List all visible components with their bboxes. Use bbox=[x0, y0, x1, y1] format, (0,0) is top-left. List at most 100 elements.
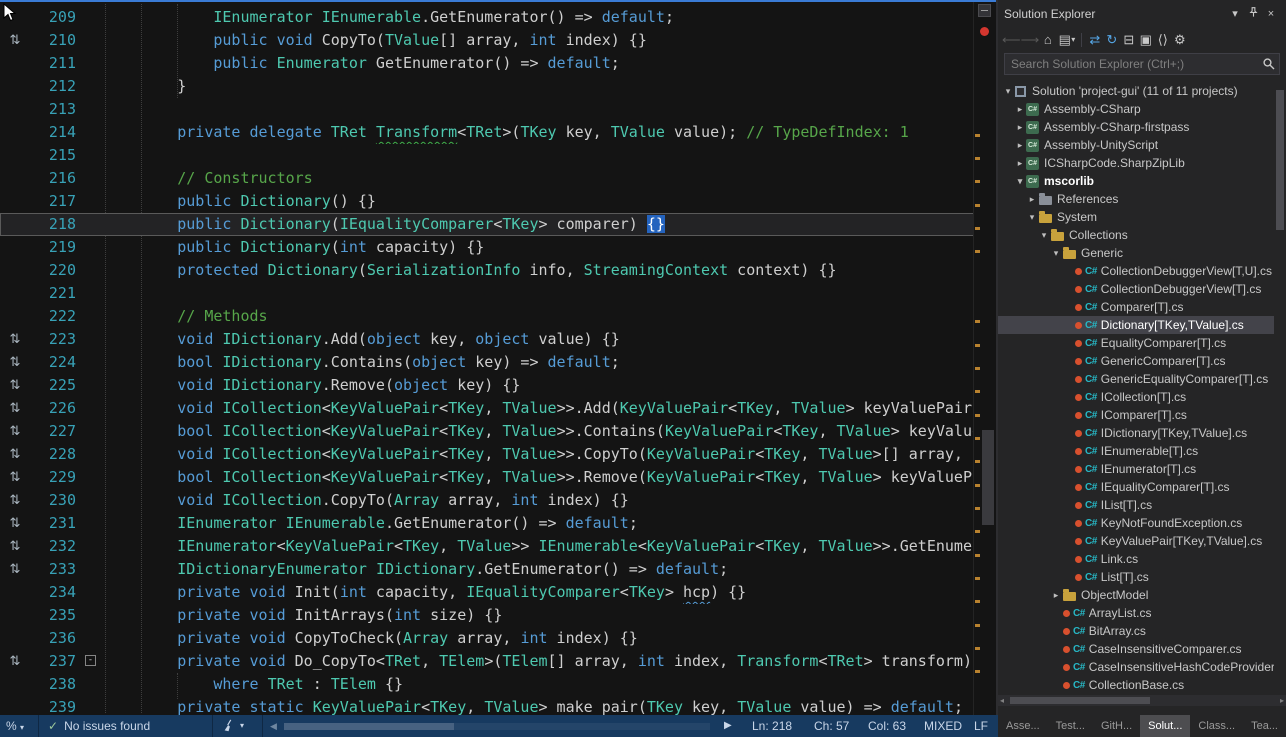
line-ending-indicator[interactable]: LF bbox=[974, 715, 988, 737]
char-indicator[interactable]: Ch: 57 bbox=[814, 715, 849, 737]
tree-item-folder[interactable]: ▾System bbox=[998, 208, 1274, 226]
code-line-236[interactable]: 236 private void CopyToCheck(Array array… bbox=[0, 627, 974, 650]
tool-window-tab[interactable]: GitH... bbox=[1093, 715, 1140, 737]
window-position-icon[interactable]: ▾ bbox=[1226, 7, 1244, 20]
horizontal-scrollbar-track[interactable] bbox=[284, 723, 710, 730]
tool-window-tab[interactable]: Solut... bbox=[1140, 715, 1190, 737]
indentation-indicator[interactable]: MIXED bbox=[924, 715, 962, 737]
tree-item-references[interactable]: ▸References bbox=[998, 190, 1274, 208]
tree-item-project[interactable]: ▸C#ICSharpCode.SharpZipLib bbox=[998, 154, 1274, 172]
code-line-233[interactable]: ⇅233 IDictionaryEnumerator IDictionary.G… bbox=[0, 558, 974, 581]
line-number[interactable]: 218 bbox=[30, 213, 76, 236]
line-number[interactable]: 232 bbox=[30, 535, 76, 558]
expander-expanded-icon[interactable]: ▾ bbox=[1026, 212, 1038, 223]
home-icon[interactable]: ⌂ bbox=[1039, 27, 1056, 52]
back-icon[interactable]: ⟵ bbox=[1002, 27, 1021, 52]
line-number[interactable]: 226 bbox=[30, 397, 76, 420]
line-number[interactable]: 234 bbox=[30, 581, 76, 604]
line-number[interactable]: 237 bbox=[30, 650, 76, 673]
references-glyph-icon[interactable]: ⇅ bbox=[0, 535, 30, 558]
tree-item-file[interactable]: C#ArrayList.cs bbox=[998, 604, 1274, 622]
line-number[interactable]: 227 bbox=[30, 420, 76, 443]
line-number[interactable]: 235 bbox=[30, 604, 76, 627]
code-editor[interactable]: 209 IEnumerator IEnumerable.GetEnumerato… bbox=[0, 0, 996, 715]
line-number[interactable]: 211 bbox=[30, 52, 76, 75]
preview-code-icon[interactable]: ⟨⟩ bbox=[1154, 27, 1171, 52]
code-line-235[interactable]: 235 private void InitArrays(int size) {} bbox=[0, 604, 974, 627]
references-glyph-icon[interactable]: ⇅ bbox=[0, 374, 30, 397]
pin-icon[interactable] bbox=[1244, 7, 1262, 21]
tree-item-file[interactable]: C#IComparer[T].cs bbox=[998, 406, 1274, 424]
code-line-215[interactable]: 215 bbox=[0, 144, 974, 167]
code-line-221[interactable]: 221 bbox=[0, 282, 974, 305]
refresh-icon[interactable]: ↻ bbox=[1103, 27, 1120, 52]
tool-window-tab[interactable]: Asse... bbox=[998, 715, 1048, 737]
line-number[interactable]: 223 bbox=[30, 328, 76, 351]
tree-vertical-scrollbar[interactable] bbox=[1274, 82, 1286, 694]
tree-item-file[interactable]: C#BitArray.cs bbox=[998, 622, 1274, 640]
references-glyph-icon[interactable]: ⇅ bbox=[0, 443, 30, 466]
expander-collapsed-icon[interactable]: ▸ bbox=[1026, 194, 1038, 205]
code-line-226[interactable]: ⇅226 void ICollection<KeyValuePair<TKey,… bbox=[0, 397, 974, 420]
tree-item-project[interactable]: ▾C#mscorlib bbox=[998, 172, 1274, 190]
split-editor-handle[interactable] bbox=[978, 4, 991, 17]
line-number[interactable]: 224 bbox=[30, 351, 76, 374]
tree-item-file[interactable]: C#CollectionDebuggerView[T].cs bbox=[998, 280, 1274, 298]
line-number[interactable]: 221 bbox=[30, 282, 76, 305]
line-number[interactable]: 228 bbox=[30, 443, 76, 466]
line-number[interactable]: 233 bbox=[30, 558, 76, 581]
code-line-220[interactable]: 220 protected Dictionary(SerializationIn… bbox=[0, 259, 974, 282]
code-line-217[interactable]: 217 public Dictionary() {} bbox=[0, 190, 974, 213]
tool-window-tab[interactable]: Tea... bbox=[1243, 715, 1286, 737]
settings-wrench-icon[interactable]: ⚙ bbox=[1171, 27, 1188, 52]
tree-item-file[interactable]: C#IEnumerable[T].cs bbox=[998, 442, 1274, 460]
references-glyph-icon[interactable]: ⇅ bbox=[0, 558, 30, 581]
tree-item-project[interactable]: ▸C#Assembly-UnityScript bbox=[998, 136, 1274, 154]
tree-item-file[interactable]: C#List[T].cs bbox=[998, 568, 1274, 586]
tree-item-file[interactable]: C#IEqualityComparer[T].cs bbox=[998, 478, 1274, 496]
code-line-210[interactable]: ⇅210 public void CopyTo(TValue[] array, … bbox=[0, 29, 974, 52]
expander-collapsed-icon[interactable]: ▸ bbox=[1014, 104, 1026, 115]
outline-margin[interactable]: - bbox=[76, 650, 105, 673]
tree-item-file[interactable]: C#Dictionary[TKey,TValue].cs bbox=[998, 316, 1274, 334]
tree-horizontal-scrollbar[interactable]: ◂ ▸ bbox=[998, 695, 1286, 706]
code-line-234[interactable]: 234 private void Init(int capacity, IEqu… bbox=[0, 581, 974, 604]
horizontal-scrollbar-thumb[interactable] bbox=[284, 723, 454, 730]
references-glyph-icon[interactable]: ⇅ bbox=[0, 397, 30, 420]
tree-item-file[interactable]: C#IDictionary[TKey,TValue].cs bbox=[998, 424, 1274, 442]
properties-icon[interactable]: ▣ bbox=[1137, 27, 1154, 52]
zoom-control[interactable]: % ▾ bbox=[6, 715, 24, 737]
tree-item-file[interactable]: C#CollectionDebuggerView[T,U].cs bbox=[998, 262, 1274, 280]
code-line-239[interactable]: 239 private static KeyValuePair<TKey, TV… bbox=[0, 696, 974, 715]
tool-window-tab[interactable]: Test... bbox=[1048, 715, 1093, 737]
line-number[interactable]: 217 bbox=[30, 190, 76, 213]
search-input[interactable] bbox=[1004, 53, 1280, 75]
expander-expanded-icon[interactable]: ▾ bbox=[1002, 86, 1014, 97]
code-line-216[interactable]: 216 // Constructors bbox=[0, 167, 974, 190]
code-line-223[interactable]: ⇅223 void IDictionary.Add(object key, ob… bbox=[0, 328, 974, 351]
code-line-230[interactable]: ⇅230 void ICollection.CopyTo(Array array… bbox=[0, 489, 974, 512]
tree-item-file[interactable]: C#KeyValuePair[TKey,TValue].cs bbox=[998, 532, 1274, 550]
tree-item-folder[interactable]: ▾Collections bbox=[998, 226, 1274, 244]
code-line-213[interactable]: 213 bbox=[0, 98, 974, 121]
code-line-238[interactable]: 238 where TRet : TElem {} bbox=[0, 673, 974, 696]
references-glyph-icon[interactable]: ⇅ bbox=[0, 512, 30, 535]
code-line-219[interactable]: 219 public Dictionary(int capacity) {} bbox=[0, 236, 974, 259]
line-number[interactable]: 229 bbox=[30, 466, 76, 489]
hscroll-left-arrow-icon[interactable]: ◀ bbox=[270, 715, 277, 737]
references-glyph-icon[interactable]: ⇅ bbox=[0, 650, 30, 673]
code-line-211[interactable]: 211 public Enumerator GetEnumerator() =>… bbox=[0, 52, 974, 75]
forward-icon[interactable]: ⟶ bbox=[1021, 27, 1040, 52]
scrollbar-overview-ruler[interactable] bbox=[973, 0, 996, 715]
tree-vertical-scrollbar-thumb[interactable] bbox=[1276, 90, 1284, 230]
tree-item-file[interactable]: C#IList[T].cs bbox=[998, 496, 1274, 514]
line-number[interactable]: 216 bbox=[30, 167, 76, 190]
code-line-227[interactable]: ⇅227 bool ICollection<KeyValuePair<TKey,… bbox=[0, 420, 974, 443]
expander-collapsed-icon[interactable]: ▸ bbox=[1014, 122, 1026, 133]
code-cleanup-control[interactable]: ▾ bbox=[222, 715, 244, 737]
line-number[interactable]: 225 bbox=[30, 374, 76, 397]
hscroll-right-arrow-icon[interactable]: ▶ bbox=[724, 715, 732, 737]
references-glyph-icon[interactable]: ⇅ bbox=[0, 29, 30, 52]
tree-item-project[interactable]: ▸C#Assembly-CSharp-firstpass bbox=[998, 118, 1274, 136]
line-number[interactable]: 209 bbox=[30, 6, 76, 29]
